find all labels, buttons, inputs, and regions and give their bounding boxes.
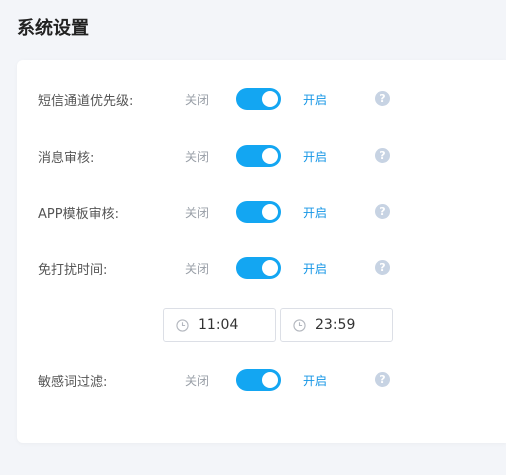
on-label: 开启 [303, 262, 328, 276]
app-template-review-toggle[interactable] [236, 201, 281, 223]
on-label: 开启 [303, 206, 328, 220]
help-icon[interactable]: ? [375, 204, 390, 219]
on-label: 开启 [303, 150, 328, 164]
toggle-knob [262, 204, 278, 220]
setting-label: 短信通道优先级: [38, 94, 134, 109]
toggle-knob [262, 91, 278, 107]
message-review-toggle[interactable] [236, 145, 281, 167]
off-label: 关闭 [185, 206, 210, 220]
settings-card: 短信通道优先级: 关闭 开启 ? 消息审核: 关闭 开启 ? APP模板审核: … [17, 60, 506, 443]
off-label: 关闭 [185, 150, 210, 164]
on-label: 开启 [303, 374, 328, 388]
sensitive-word-filter-toggle[interactable] [236, 369, 281, 391]
on-label: 开启 [303, 93, 328, 107]
setting-label: 免打扰时间: [38, 263, 108, 278]
setting-row-app-template-review: APP模板审核: 关闭 开启 ? [17, 200, 506, 224]
setting-label: 消息审核: [38, 151, 95, 166]
setting-label: 敏感词过滤: [38, 375, 108, 390]
help-icon[interactable]: ? [375, 148, 390, 163]
setting-row-do-not-disturb: 免打扰时间: 关闭 开启 ? [17, 256, 506, 280]
help-icon[interactable]: ? [375, 372, 390, 387]
setting-row-sms-channel-priority: 短信通道优先级: 关闭 开启 ? [17, 87, 506, 111]
do-not-disturb-toggle[interactable] [236, 257, 281, 279]
page-title: 系统设置 [17, 18, 89, 39]
end-time-value: 23:59 [315, 317, 356, 333]
toggle-knob [262, 148, 278, 164]
toggle-knob [262, 372, 278, 388]
clock-icon [293, 319, 306, 332]
toggle-knob [262, 260, 278, 276]
start-time-value: 11:04 [198, 317, 239, 333]
dnd-start-time-input[interactable]: 11:04 [163, 308, 276, 342]
setting-row-message-review: 消息审核: 关闭 开启 ? [17, 144, 506, 168]
off-label: 关闭 [185, 262, 210, 276]
help-icon[interactable]: ? [375, 260, 390, 275]
off-label: 关闭 [185, 93, 210, 107]
sms-priority-toggle[interactable] [236, 88, 281, 110]
setting-row-sensitive-word-filter: 敏感词过滤: 关闭 开启 ? [17, 368, 506, 392]
dnd-end-time-input[interactable]: 23:59 [280, 308, 393, 342]
off-label: 关闭 [185, 374, 210, 388]
help-icon[interactable]: ? [375, 91, 390, 106]
clock-icon [176, 319, 189, 332]
setting-label: APP模板审核: [38, 207, 119, 222]
